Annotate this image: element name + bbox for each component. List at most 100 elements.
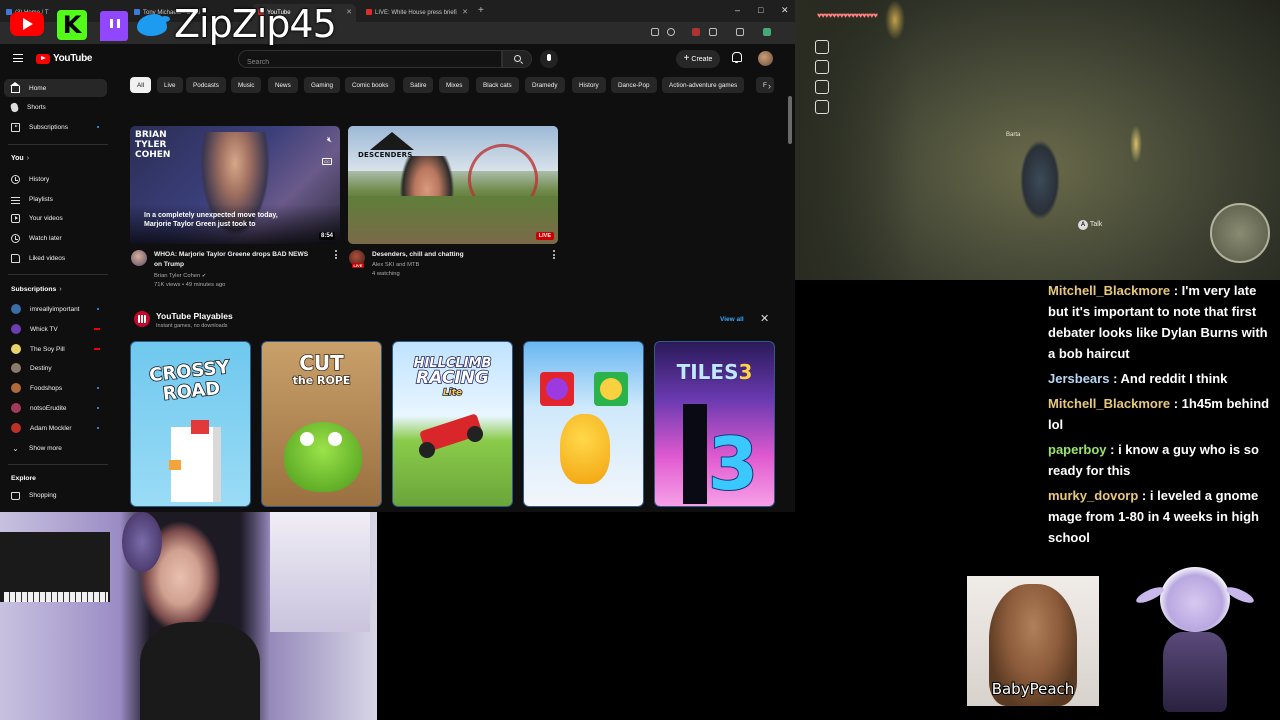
chip-gaming[interactable]: Gaming bbox=[304, 77, 341, 93]
channel-avatar[interactable] bbox=[131, 250, 147, 266]
sidebar-item-subscriptions[interactable]: Subscriptions bbox=[4, 118, 107, 136]
chip-all[interactable]: All bbox=[130, 77, 151, 93]
video-thumbnail[interactable]: DESCENDERS LIVE bbox=[348, 126, 558, 244]
chip-live[interactable]: Live bbox=[157, 77, 183, 93]
sidebar-channel-the-soy-pill[interactable]: The Soy Pill bbox=[4, 340, 107, 358]
sidebar-channel-foodshops[interactable]: Foodshops bbox=[4, 379, 107, 397]
sidebar-channel-whick-tv[interactable]: Whick TV bbox=[4, 320, 107, 338]
chip-podcasts[interactable]: Podcasts bbox=[186, 77, 226, 93]
chevron-right-icon[interactable]: › bbox=[768, 81, 771, 91]
game-tile-magic-tiles-3[interactable]: TILES3 3 bbox=[654, 341, 775, 507]
game-tile-jelly-run[interactable] bbox=[523, 341, 644, 507]
chip-dramedy[interactable]: Dramedy bbox=[525, 77, 565, 93]
sidebar-item-shorts[interactable]: Shorts bbox=[4, 98, 107, 116]
om-nom-eye bbox=[328, 432, 342, 446]
maximize-icon[interactable]: □ bbox=[758, 5, 763, 15]
twitch-icon bbox=[100, 11, 128, 41]
new-tab-button[interactable]: + bbox=[478, 5, 484, 16]
channel-avatar bbox=[11, 324, 21, 334]
video-title[interactable]: Desenders, chill and chatting bbox=[372, 250, 547, 260]
game-tile-hill-climb-racing[interactable]: HILLCLIMB RACING Lite bbox=[392, 341, 513, 507]
sidebar-channel-destiny[interactable]: Destiny bbox=[4, 359, 107, 377]
chat-message: murky_dovorp : i leveled a gnome mage fr… bbox=[1048, 488, 1259, 545]
extensions-puzzle-icon[interactable] bbox=[709, 28, 717, 36]
sidebar-item-watch-later[interactable]: Watch later bbox=[4, 229, 107, 247]
sidebar: Home Shorts Subscriptions You › History P… bbox=[0, 74, 115, 512]
sidebar-item-playlists[interactable]: Playlists bbox=[4, 190, 107, 208]
captions-icon[interactable]: CC bbox=[322, 158, 332, 165]
chip-action-adventure-games[interactable]: Action-adventure games bbox=[662, 77, 745, 93]
extension-icon[interactable] bbox=[692, 28, 700, 36]
chicken-comb bbox=[191, 420, 209, 434]
shopping-icon bbox=[11, 492, 20, 500]
browser-tab[interactable]: LIVE: White House press briefi ✕ bbox=[360, 4, 472, 22]
game-tile-cut-the-rope[interactable]: CUT the ROPE bbox=[261, 341, 382, 507]
game-title: CROSSY ROAD bbox=[148, 356, 232, 405]
chip-history[interactable]: History bbox=[572, 77, 606, 93]
chat-username: murky_dovorp bbox=[1048, 488, 1139, 503]
install-icon[interactable] bbox=[651, 28, 659, 36]
search-input[interactable] bbox=[239, 54, 501, 71]
youtube-icon bbox=[10, 12, 44, 36]
search-button[interactable] bbox=[502, 50, 532, 68]
thumbnail-brand: BRIAN TYLER COHEN bbox=[135, 130, 171, 160]
create-button[interactable]: + Create bbox=[676, 50, 720, 68]
chip-comic-books[interactable]: Comic books bbox=[345, 77, 396, 93]
sidebar-show-more[interactable]: ⌄ Show more bbox=[4, 439, 107, 457]
view-all-link[interactable]: View all bbox=[720, 316, 744, 323]
more-options-icon[interactable] bbox=[335, 250, 337, 259]
video-title[interactable]: WHOA: Marjorie Taylor Greene drops BAD N… bbox=[154, 250, 329, 270]
channel-name[interactable]: Brian Tyler Cohen bbox=[154, 273, 200, 279]
sidebar-channel-imreallyimportant[interactable]: imreallyimportant bbox=[4, 300, 107, 318]
close-shelf-icon[interactable]: ✕ bbox=[760, 312, 769, 325]
sidebar-divider bbox=[8, 464, 108, 465]
minimize-icon[interactable]: – bbox=[735, 5, 740, 15]
more-options-icon[interactable] bbox=[553, 250, 555, 259]
youtube-logo[interactable]: YouTube bbox=[36, 53, 93, 64]
chip-satire[interactable]: Satire bbox=[403, 77, 434, 93]
chat-feed: Mitchell_Blackmore : I'm very late but i… bbox=[1048, 280, 1274, 552]
close-tab-icon[interactable]: ✕ bbox=[462, 8, 468, 16]
close-window-icon[interactable]: ✕ bbox=[781, 5, 789, 16]
sidebar-toggle-icon[interactable] bbox=[736, 28, 744, 36]
sidebar-item-history[interactable]: History bbox=[4, 170, 107, 188]
lantern bbox=[885, 0, 905, 40]
chip-music[interactable]: Music bbox=[231, 77, 262, 93]
sidebar-channel-notsoerudite[interactable]: notsoErudite bbox=[4, 399, 107, 417]
chevron-right-icon: › bbox=[59, 286, 62, 293]
om-nom-figure bbox=[284, 422, 362, 492]
profile-icon[interactable] bbox=[763, 28, 771, 36]
sidebar-item-home[interactable]: Home bbox=[4, 79, 107, 97]
channel-avatar bbox=[11, 423, 21, 433]
chip-black-cats[interactable]: Black cats bbox=[476, 77, 519, 93]
interact-prompt: A Talk bbox=[1078, 220, 1102, 230]
notifications-bell-icon[interactable] bbox=[731, 52, 742, 63]
plus-icon: + bbox=[683, 53, 690, 64]
voice-search-button[interactable] bbox=[540, 50, 558, 68]
piano-keys bbox=[4, 592, 108, 602]
bookmark-star-icon[interactable] bbox=[667, 28, 675, 36]
sidebar-item-shopping[interactable]: Shopping bbox=[4, 486, 107, 504]
elf-body bbox=[1163, 632, 1227, 712]
channel-name[interactable]: Alex SKI and MTB bbox=[372, 261, 419, 270]
headphones bbox=[122, 512, 162, 572]
sidebar-item-your-videos[interactable]: Your videos bbox=[4, 209, 107, 227]
sidebar-subscriptions-heading[interactable]: Subscriptions › bbox=[11, 286, 62, 293]
babypeach-webcam: BabyPeach bbox=[967, 576, 1099, 706]
chip-news[interactable]: News bbox=[268, 77, 298, 93]
new-content-dot bbox=[97, 387, 99, 389]
chip-truncated[interactable]: F bbox=[756, 77, 774, 93]
game-tile-crossy-road[interactable]: CROSSY ROAD bbox=[130, 341, 251, 507]
sidebar-you-heading[interactable]: You › bbox=[11, 155, 29, 162]
sidebar-channel-adam-mockler[interactable]: Adam Mockler bbox=[4, 419, 107, 437]
account-avatar[interactable] bbox=[758, 51, 773, 66]
chip-mixes[interactable]: Mixes bbox=[439, 77, 470, 93]
video-thumbnail[interactable]: BRIAN TYLER COHEN In a completely unexpe… bbox=[130, 126, 340, 244]
page-scrollbar[interactable] bbox=[788, 96, 792, 144]
chip-dance-pop[interactable]: Dance-Pop bbox=[611, 77, 657, 93]
close-tab-icon[interactable]: ✕ bbox=[346, 8, 352, 16]
sidebar-item-liked-videos[interactable]: Liked videos bbox=[4, 249, 107, 267]
menu-icon[interactable] bbox=[13, 54, 23, 62]
mute-icon[interactable]: 🔇︎ bbox=[327, 135, 332, 145]
live-indicator bbox=[94, 348, 100, 350]
